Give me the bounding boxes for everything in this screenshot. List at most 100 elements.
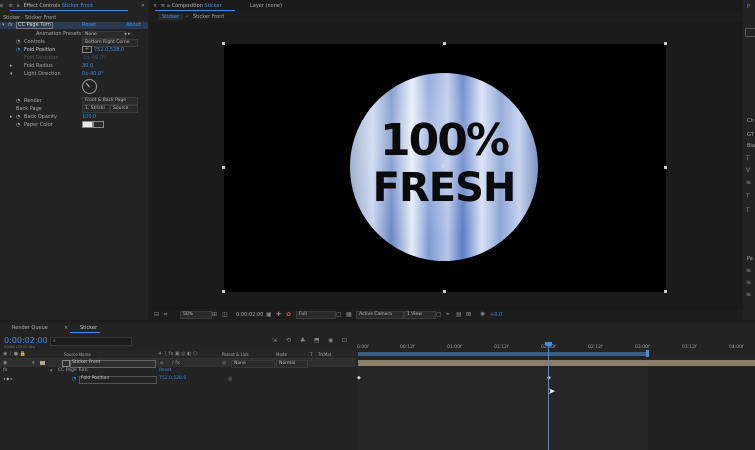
expand-triangle-icon[interactable]: ▾ (2, 22, 5, 28)
frame-blending-icon[interactable]: ⬒ (314, 338, 320, 344)
about-link[interactable]: About (126, 22, 141, 28)
views-select[interactable]: 1 View (404, 311, 436, 319)
show-snapshot-icon[interactable]: ✚ (276, 312, 281, 318)
back-page-select[interactable]: 1. Stricki (82, 105, 110, 113)
expand-arrow-icon[interactable]: ▸ (10, 63, 13, 69)
subtab-sticker-front[interactable]: Sticker Front (193, 14, 224, 20)
layer-search-input[interactable]: ⌕ (50, 337, 132, 346)
timeline-tab-sticker[interactable]: Sticker (80, 325, 97, 331)
timeline-timecode[interactable]: 0:00:02:00 (4, 336, 48, 345)
fold-radius-value[interactable]: 30.0 (82, 63, 93, 69)
transform-handle[interactable] (222, 290, 225, 293)
transform-handle[interactable] (664, 290, 667, 293)
shy-layers-icon[interactable]: ♣ (300, 338, 305, 344)
subtab-sticker[interactable]: Sticker (158, 14, 184, 20)
back-opacity-value[interactable]: 100.0 (82, 114, 96, 120)
fx-icon[interactable]: fx (8, 22, 13, 28)
always-preview-icon[interactable]: ⊟ (154, 312, 159, 318)
light-direction-value[interactable]: 0x-40.0° (82, 71, 104, 77)
label-color-chip[interactable] (40, 361, 45, 365)
render-select[interactable]: Front & Back Page (82, 97, 138, 105)
mode-select[interactable]: Normal (276, 360, 308, 368)
baseline-icon[interactable]: T (746, 208, 750, 214)
flowchart-icon[interactable]: ⊠ (466, 312, 471, 318)
back-opacity-stopwatch-icon[interactable]: ◔ (16, 114, 20, 120)
fold-position-stopwatch-icon[interactable]: ◔ (16, 47, 20, 53)
comp-timecode[interactable]: 0:00:02:00 (236, 312, 263, 318)
align-icon[interactable]: ≡ (746, 180, 751, 186)
column-mode[interactable]: Mode (276, 352, 287, 357)
expand-arrow-icon[interactable]: ▾ (50, 368, 53, 374)
graph-icon[interactable]: ◎ (228, 376, 232, 382)
work-area-bar[interactable] (358, 352, 648, 356)
reset-link[interactable]: Reset (82, 22, 96, 28)
effect-reset-link[interactable]: Reset (159, 368, 172, 373)
shy-switch-icon[interactable]: ⌂ (160, 360, 163, 366)
composition-tab[interactable]: × ≡ ▪ Composition Sticker (153, 3, 222, 9)
transparency-grid-icon[interactable]: ▦ (346, 312, 352, 318)
right-panel-field[interactable] (745, 28, 755, 37)
layer-duration-bar[interactable] (358, 360, 755, 366)
paragraph-align-icon[interactable]: ≡ (746, 280, 751, 286)
effect-controls-tab[interactable]: e ≡ ▪ Effect Controls Sticker Front (0, 3, 93, 9)
animation-presets-select[interactable]: None (82, 31, 126, 39)
snapshot-icon[interactable]: ▣ (266, 312, 272, 318)
layer-tab[interactable]: Layer (none) (250, 3, 282, 9)
crosshair-icon[interactable]: + (82, 46, 92, 53)
zoom-select[interactable]: 50% (180, 311, 212, 319)
kerning-icon[interactable]: V (746, 168, 750, 174)
keyframe-icon[interactable]: ◆ (357, 375, 361, 381)
expand-arrow-icon[interactable]: ▾ (32, 360, 35, 366)
grid-icon[interactable]: ⌗ (164, 312, 167, 318)
panel-overflow-icon[interactable]: » (141, 2, 145, 9)
eyedropper-icon[interactable] (93, 121, 104, 128)
close-icon[interactable]: × (64, 325, 68, 331)
back-page-source-select[interactable]: Source (110, 105, 138, 113)
stopwatch-icon[interactable]: ◔ (72, 376, 76, 382)
paragraph-align-icon[interactable]: ≡ (746, 268, 751, 274)
transform-handle[interactable] (222, 166, 225, 169)
visibility-eye-icon[interactable]: ◉ (3, 360, 7, 366)
stopwatch-icon[interactable]: ◔ (16, 39, 20, 45)
parent-pickwhip-icon[interactable]: ◎ (222, 360, 226, 366)
motion-blur-icon[interactable]: ◉ (328, 338, 333, 344)
comp-mini-flowchart-icon[interactable]: ⇲ (272, 338, 277, 344)
render-queue-tab[interactable]: Render Queue (12, 325, 48, 331)
toggle-pixel-icon[interactable]: ▢ (436, 312, 442, 318)
timeline-icon[interactable]: ▤ (456, 312, 462, 318)
fx-switch-icon[interactable]: ∕ fx (172, 360, 180, 366)
anchor-point-icon[interactable]: ⊕ (441, 163, 446, 170)
column-trkmat[interactable]: TrkMat (318, 352, 331, 357)
draft-3d-icon[interactable]: ⟲ (286, 338, 291, 344)
graph-editor-icon[interactable]: ⊡ (342, 338, 347, 344)
safe-zone-icon[interactable]: ⊞ (212, 312, 217, 318)
column-source-name[interactable]: Source Name (64, 352, 91, 357)
camera-select[interactable]: Active Camera (356, 311, 404, 319)
mask-icon[interactable]: ◫ (222, 312, 228, 318)
close-icon[interactable]: × (153, 3, 157, 9)
transform-handle[interactable] (664, 42, 667, 45)
parent-select[interactable]: None (231, 360, 275, 368)
angle-dial[interactable] (82, 79, 97, 94)
paragraph-align-icon[interactable]: ≡ (746, 292, 751, 298)
exposure-value[interactable]: +0.0 (490, 312, 502, 318)
paper-color-swatch[interactable] (82, 121, 93, 128)
transform-handle[interactable] (222, 42, 225, 45)
roi-icon[interactable]: ▢ (336, 312, 342, 318)
property-value[interactable]: 752.0,528.0 (159, 376, 186, 381)
work-area-end-handle[interactable] (646, 350, 649, 357)
exposure-icon[interactable]: ✺ (480, 312, 485, 318)
resolution-select[interactable]: Full (296, 311, 336, 319)
keyframe-nav-icon[interactable]: ◂ ◆ ▸ (3, 376, 13, 382)
column-parent[interactable]: Parent & Link (222, 352, 249, 357)
fold-position-value[interactable]: 752.0,528.0 (94, 47, 124, 53)
render-stopwatch-icon[interactable]: ◔ (16, 98, 20, 104)
text-scale-icon[interactable]: T (746, 194, 750, 200)
expand-arrow-icon[interactable]: ▾ (10, 71, 13, 77)
fold-direction-value[interactable]: -0x-49.0° (82, 55, 105, 61)
paper-color-stopwatch-icon[interactable]: ◔ (16, 122, 20, 128)
color-channel-icon[interactable]: ✿ (286, 312, 291, 318)
effect-row-name[interactable]: CC Page Turn (58, 368, 88, 373)
transform-handle[interactable] (664, 166, 667, 169)
fast-preview-icon[interactable]: ⌖ (446, 312, 449, 318)
